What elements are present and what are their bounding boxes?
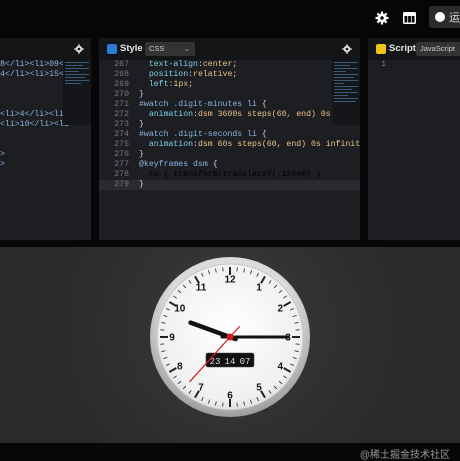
code-line: 268 position:relative; <box>99 70 360 80</box>
line-text: <li>4</li><li> <box>0 110 69 120</box>
watermark: @稀土掘金技术社区 <box>360 446 450 461</box>
js-language-select[interactable]: JavaScript <box>416 42 460 56</box>
clock-numeral: 11 <box>196 282 207 293</box>
layout-icon[interactable] <box>399 8 419 28</box>
top-bar: 运 <box>0 0 460 36</box>
js-panel-header: Script JavaScript <box>368 38 460 60</box>
css-minimap[interactable] <box>332 60 360 125</box>
css-settings-icon[interactable] <box>342 44 352 54</box>
line-text: position:relative; <box>139 70 237 80</box>
clock-numeral: 1 <box>256 282 262 293</box>
code-line: > <box>0 150 91 160</box>
code-line: 278 to { transform:translateY(-120em) } <box>99 170 360 180</box>
code-line: 273} <box>99 120 360 130</box>
line-text: > <box>0 160 5 170</box>
line-text: #watch .digit-seconds li { <box>139 130 267 140</box>
line-number: 269 <box>99 80 129 90</box>
line-text: to { transform:translateY(-120em) } <box>139 170 321 180</box>
clock-numeral: 12 <box>224 275 236 286</box>
css-language-value: CSS <box>149 44 164 53</box>
line-number: 277 <box>99 160 129 170</box>
line-number: 273 <box>99 120 129 130</box>
footer: @稀土掘金技术社区 <box>0 443 460 460</box>
line-text: } <box>139 180 144 190</box>
clock-numeral: 8 <box>177 362 183 373</box>
css-code[interactable]: 267 text-align:center;268 position:relat… <box>99 60 360 240</box>
line-number: 274 <box>99 130 129 140</box>
line-number: 1 <box>368 60 386 70</box>
html-minimap[interactable] <box>63 60 91 125</box>
line-number: 275 <box>99 140 129 150</box>
clock-hub <box>227 334 234 341</box>
js-icon <box>376 44 386 54</box>
digital-minutes: 14 <box>225 357 236 367</box>
code-line: 272 animation:dsm 3600s steps(60, end) 0… <box>99 110 360 120</box>
line-number: 270 <box>99 90 129 100</box>
gear-icon[interactable] <box>372 8 392 28</box>
digital-seconds: 07 <box>240 357 251 367</box>
js-panel-title: Script <box>389 43 416 54</box>
line-text: text-align:center; <box>139 60 237 70</box>
code-line: 274 #watch .digit-seconds li { <box>99 130 360 140</box>
line-number: 276 <box>99 150 129 160</box>
code-line: 276} <box>99 150 360 160</box>
css-panel: Style CSS ⌄ 267 text-align:center;268 po… <box>99 38 360 240</box>
run-button[interactable]: 运 <box>429 6 460 28</box>
clock-numeral: 5 <box>256 383 262 394</box>
code-line: 279} <box>99 180 360 190</box>
code-line: 271 #watch .digit-minutes li { <box>99 100 360 110</box>
line-number: 271 <box>99 100 129 110</box>
code-line: 277 @keyframes dsm { <box>99 160 360 170</box>
html-panel-header <box>0 38 91 60</box>
js-code[interactable]: 1 <box>368 60 460 240</box>
css-panel-title: Style <box>120 43 143 54</box>
code-line: 1 <box>368 60 460 70</box>
line-text: animation:dsm 60s steps(60, end) 0s infi… <box>139 140 360 150</box>
line-text: @keyframes dsm { <box>139 160 218 170</box>
clock-numeral: 10 <box>174 304 186 315</box>
preview-stage: 121234567891011 23 14 07 <box>0 247 460 443</box>
js-panel: Script JavaScript 1 <box>368 38 460 240</box>
code-line: 275 animation:dsm 60s steps(60, end) 0s … <box>99 140 360 150</box>
code-line: 269 left:1px; <box>99 80 360 90</box>
html-settings-icon[interactable] <box>74 44 84 54</box>
run-button-label: 运 <box>449 9 460 25</box>
line-text: } <box>139 120 144 130</box>
line-text: #watch .digit-minutes li { <box>139 100 267 110</box>
chevron-down-icon: ⌄ <box>184 42 190 56</box>
js-language-value: JavaScript <box>420 44 455 53</box>
line-number: 268 <box>99 70 129 80</box>
clock-numeral: 7 <box>198 383 204 394</box>
css-language-select[interactable]: CSS ⌄ <box>145 42 195 56</box>
code-line: 270} <box>99 90 360 100</box>
css-icon <box>107 44 117 54</box>
clock-numeral: 6 <box>227 391 233 402</box>
line-text: animation:dsm 3600s steps(60, end) 0s in… <box>139 110 360 120</box>
css-panel-header: Style CSS ⌄ <box>99 38 360 60</box>
code-line: > <box>0 160 91 170</box>
line-text: } <box>139 90 144 100</box>
line-text: } <box>139 150 144 160</box>
line-number: 279 <box>99 180 129 190</box>
clock-numeral: 4 <box>277 362 283 373</box>
line-text: left:1px; <box>139 80 193 90</box>
clock-numeral: 2 <box>277 304 283 315</box>
html-panel: 8</li><li>09</l4</li><li>15</l<li>4</li>… <box>0 38 91 240</box>
line-number: 267 <box>99 60 129 70</box>
code-line <box>0 140 91 150</box>
line-number: 272 <box>99 110 129 120</box>
code-line: 267 text-align:center; <box>99 60 360 70</box>
line-text: > <box>0 150 5 160</box>
code-line <box>0 130 91 140</box>
clock-numeral: 9 <box>169 333 175 344</box>
editor-panels: 8</li><li>09</l4</li><li>15</l<li>4</li>… <box>0 38 460 243</box>
line-number: 278 <box>99 170 129 180</box>
analog-clock: 121234567891011 23 14 07 <box>0 247 460 443</box>
run-icon <box>435 12 445 22</box>
